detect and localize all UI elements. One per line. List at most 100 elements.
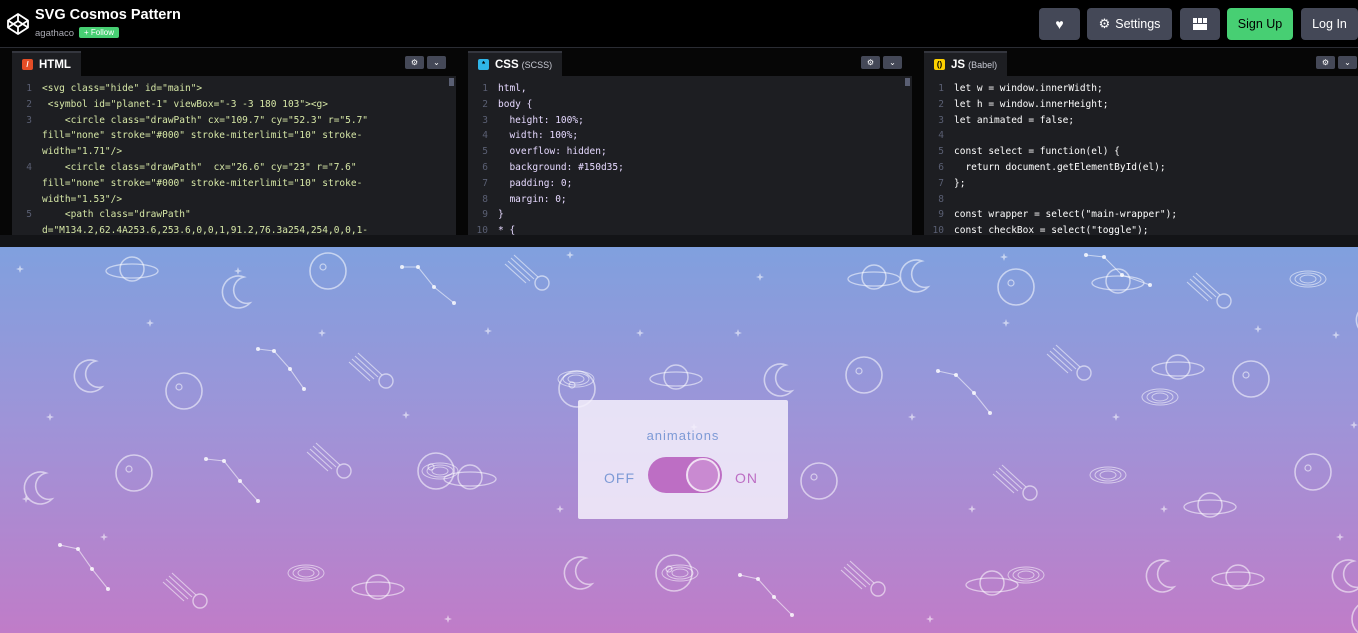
- star-dot-shape: [288, 367, 292, 371]
- js-collapse-button[interactable]: ⌄: [1338, 56, 1357, 69]
- line-number: 6: [938, 161, 944, 173]
- code-line: 4 width: 100%;: [468, 128, 912, 144]
- html-scrollbar[interactable]: [449, 78, 454, 86]
- css-code[interactable]: 1 html, 2 body {3 height: 100%; 4 width: 100…: [468, 81, 912, 235]
- comet-tail-shape: [171, 572, 197, 596]
- crater-shape: [810, 473, 818, 481]
- animation-toggle[interactable]: [648, 457, 722, 493]
- css-editor-bar: * CSS (SCSS) ⚙ ⌄: [468, 48, 912, 76]
- code-line: 4 <circle class="drawPath" cx="26.6" cy=…: [12, 160, 456, 176]
- line-content: <symbol id="planet-1" viewBox="-3 -3 180…: [42, 98, 328, 110]
- css-collapse-button[interactable]: ⌄: [883, 56, 902, 69]
- star-dot-shape: [238, 479, 242, 483]
- line-number: [12, 223, 42, 235]
- line-content: html,: [498, 83, 527, 94]
- sparkle-star-icon: [16, 265, 24, 273]
- line-content: height: 100%;: [498, 114, 584, 126]
- moon-icon: [1331, 559, 1358, 593]
- line-content: const checkBox = select("toggle");: [954, 225, 1149, 235]
- star-dot-shape: [256, 347, 260, 351]
- code-line: 8: [924, 192, 1358, 208]
- pane-divider[interactable]: [456, 48, 468, 235]
- gear-icon: ⚙: [410, 58, 419, 67]
- settings-label: Settings: [1115, 17, 1161, 31]
- login-button[interactable]: Log In: [1301, 8, 1358, 40]
- galaxy-icon: [431, 466, 449, 476]
- star-dot-shape: [972, 391, 976, 395]
- crater-shape: [1304, 464, 1312, 472]
- html-editor-bar: / HTML ⚙ ⌄: [12, 48, 456, 76]
- html-settings-button[interactable]: ⚙: [405, 56, 424, 69]
- sparkle-star-icon: [1002, 319, 1010, 327]
- star-dot-shape: [756, 577, 760, 581]
- star-dot-shape: [222, 459, 226, 463]
- pane-divider[interactable]: [912, 48, 924, 235]
- gear-icon: ⚙: [1321, 58, 1330, 67]
- js-editor-bar: () JS (Babel) ⚙ ⌄: [924, 48, 1358, 76]
- codepen-logo-icon[interactable]: [6, 12, 30, 36]
- line-number: 10: [476, 225, 488, 235]
- code-line: 5 overflow: hidden;: [468, 144, 912, 160]
- pane-divider[interactable]: [0, 48, 12, 235]
- animation-toggle-card: animations OFF ON: [578, 400, 788, 519]
- js-tab[interactable]: () JS (Babel): [924, 51, 1008, 76]
- js-code[interactable]: 1 let w = window.innerWidth; 2 let h = wind…: [924, 81, 1358, 235]
- settings-button[interactable]: ⚙ Settings: [1087, 8, 1172, 40]
- comet-tail-shape: [348, 361, 371, 382]
- planet-ring-shape: [1211, 571, 1265, 587]
- line-number: 3: [938, 114, 944, 126]
- on-label: ON: [735, 470, 758, 486]
- line-content: body {: [498, 98, 533, 110]
- html-tab[interactable]: / HTML: [12, 51, 81, 76]
- gear-icon: ⚙: [1098, 16, 1111, 31]
- layout-grid-icon: [1193, 18, 1207, 30]
- constellation-icon: [257, 348, 305, 390]
- js-tab-sublabel: (Babel): [968, 59, 998, 70]
- heart-icon: ♥: [1055, 16, 1064, 32]
- line-content: let h = window.innerHeight;: [954, 98, 1109, 110]
- constellation-icon: [205, 458, 259, 502]
- planet-ring-shape: [847, 271, 901, 287]
- love-button[interactable]: ♥: [1039, 8, 1080, 40]
- crater-shape: [319, 263, 327, 271]
- layout-button[interactable]: [1180, 8, 1220, 40]
- result-preview: animations OFF ON: [0, 235, 1358, 633]
- follow-button[interactable]: + Follow: [79, 27, 120, 38]
- sparkle-star-icon: [444, 615, 452, 623]
- constellation-icon: [402, 266, 455, 304]
- html-collapse-button[interactable]: ⌄: [427, 56, 446, 69]
- css-settings-button[interactable]: ⚙: [861, 56, 880, 69]
- line-content: padding: 0;: [498, 177, 573, 189]
- comet-tail-shape: [849, 560, 875, 584]
- line-number: 5: [938, 146, 944, 158]
- css-scrollbar[interactable]: [905, 78, 910, 86]
- comet-tail-shape: [846, 563, 871, 586]
- code-line: 9}: [468, 207, 912, 223]
- planet-icon: [800, 462, 838, 500]
- line-number: 3: [26, 114, 32, 126]
- gear-icon: ⚙: [866, 58, 875, 67]
- author-link[interactable]: agathaco: [35, 28, 74, 39]
- js-settings-button[interactable]: ⚙: [1316, 56, 1335, 69]
- moon-icon: [221, 275, 253, 309]
- signup-button[interactable]: Sign Up: [1227, 8, 1293, 40]
- js-tab-label: JS: [951, 58, 966, 71]
- line-content: overflow: hidden;: [498, 146, 607, 158]
- comet-tail-shape: [1046, 353, 1069, 374]
- css-tab[interactable]: * CSS (SCSS): [468, 51, 563, 76]
- comet-tail-shape: [998, 467, 1023, 490]
- galaxy-icon: [1099, 470, 1117, 480]
- code-line: fill="none" stroke="#000" stroke-miterli…: [12, 128, 456, 144]
- planet-ring-shape: [351, 581, 405, 597]
- galaxy-icon: [567, 374, 585, 384]
- line-number: 3: [482, 114, 488, 126]
- chevron-down-icon: ⌄: [1344, 58, 1351, 67]
- star-dot-shape: [76, 547, 80, 551]
- code-line: 7};: [924, 176, 1358, 192]
- html-code[interactable]: 1 <svg class="hide" id="main"> 2 <symbol i…: [12, 81, 456, 235]
- comet-icon: [192, 593, 208, 609]
- comet-tail-shape: [840, 569, 863, 590]
- line-content: width="1.71"/>: [42, 146, 123, 158]
- star-dot-shape: [432, 285, 436, 289]
- code-line: 7 padding: 0;: [468, 176, 912, 192]
